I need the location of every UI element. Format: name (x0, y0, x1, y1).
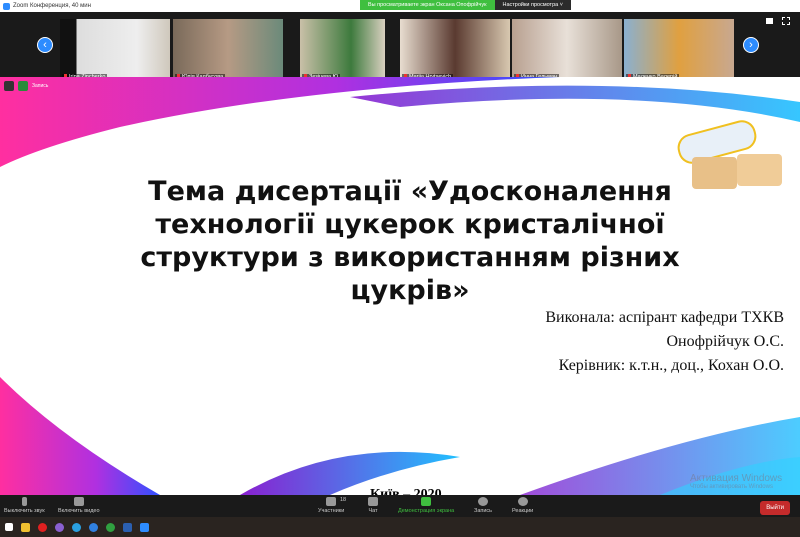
share-screen-button[interactable]: Демонстрация экрана (398, 497, 454, 514)
participant-tile[interactable]: Маленко Валерій (624, 19, 734, 82)
fullscreen-icon[interactable] (782, 17, 790, 25)
start-icon[interactable] (5, 523, 13, 531)
mute-label: Выключить звук (4, 508, 45, 514)
chat-icon (368, 497, 378, 506)
mute-button[interactable]: Выключить звук (4, 497, 45, 514)
share-banner: Вы просматриваете экран Оксана Опофрійчу… (360, 0, 571, 10)
reactions-button[interactable]: Реакции (512, 497, 533, 514)
slide-title: Тема дисертації «Удосконалення технологі… (140, 176, 680, 306)
opera-icon[interactable] (38, 522, 47, 532)
participant-tile[interactable]: Зезіцева Ю (300, 19, 385, 82)
record-label: Запись (474, 508, 493, 514)
window-title: Zoom Конференция, 40 мин (13, 3, 91, 9)
next-page-button[interactable]: › (743, 37, 759, 53)
participants-count: 18 (340, 497, 347, 503)
meeting-info-bar: Запись (4, 81, 48, 91)
reactions-icon (517, 497, 528, 506)
watermark-sub: Чтобы активировать Windows (690, 484, 773, 490)
record-button[interactable]: Запись (474, 497, 492, 514)
author-name: Онофрійчук О.С. (666, 333, 784, 350)
participant-tile[interactable]: Инна Гельман (512, 19, 622, 82)
leave-button[interactable]: Выйти (760, 501, 790, 515)
meeting-toolbar: Выключить звук Включить видео Участники 1… (0, 495, 800, 517)
share-label: Демонстрация экрана (398, 508, 455, 514)
candy-image (672, 112, 790, 192)
video-button[interactable]: Включить видео (58, 497, 100, 514)
watermark-title: Активация Windows (690, 473, 783, 484)
info-icon[interactable] (4, 81, 14, 91)
viber-icon[interactable] (55, 522, 64, 532)
record-icon (478, 497, 489, 506)
share-screen-icon (421, 497, 432, 506)
word-icon[interactable] (123, 522, 132, 532)
author-line: Виконала: аспірант кафедри ТХКВ (545, 309, 784, 326)
file-explorer-icon[interactable] (21, 522, 30, 532)
recording-indicator: Запись (32, 83, 49, 89)
video-label: Включить видео (58, 508, 100, 514)
reactions-label: Реакции (512, 508, 534, 514)
windows-activation-watermark: Активация Windows Чтобы активировать Wind… (690, 473, 782, 490)
layout-icon[interactable] (766, 18, 773, 24)
participants-label: Участники (318, 508, 345, 514)
zoom-taskbar-icon[interactable] (140, 522, 149, 532)
view-options-button[interactable]: Настройки просмотра ˅ (494, 0, 571, 10)
video-strip: ‹ Irina Zincherko Юлія Калбусова Зезіцев… (0, 12, 800, 82)
windows-taskbar (0, 517, 800, 537)
prev-page-button[interactable]: ‹ (37, 37, 53, 53)
participant-tile[interactable]: Юлія Калбусова (173, 19, 283, 82)
zoom-icon (3, 2, 10, 10)
chat-button[interactable]: Чат (368, 497, 378, 514)
participants-button[interactable]: Участники 18 (318, 497, 347, 514)
participant-tile[interactable]: Mariia Hrytsevich (400, 19, 510, 82)
shared-slide: Запись Тема дисертації «Удосконалення те… (0, 77, 800, 495)
telegram-icon[interactable] (72, 522, 81, 532)
viewing-label: Вы просматриваете экран Оксана Опофрійчу… (360, 0, 495, 10)
slide-city-year: Київ – 2020 (370, 487, 442, 495)
chat-label: Чат (368, 508, 378, 514)
security-shield-icon[interactable] (18, 81, 28, 91)
participants-icon (326, 497, 337, 506)
supervisor: Керівник: к.т.н., доц., Кохан О.О. (558, 357, 784, 374)
chrome-icon[interactable] (106, 522, 115, 532)
video-off-icon (73, 497, 84, 506)
browser-icon[interactable] (89, 522, 98, 532)
microphone-icon (21, 497, 27, 506)
participant-tile[interactable]: Irina Zincherko (60, 19, 170, 82)
